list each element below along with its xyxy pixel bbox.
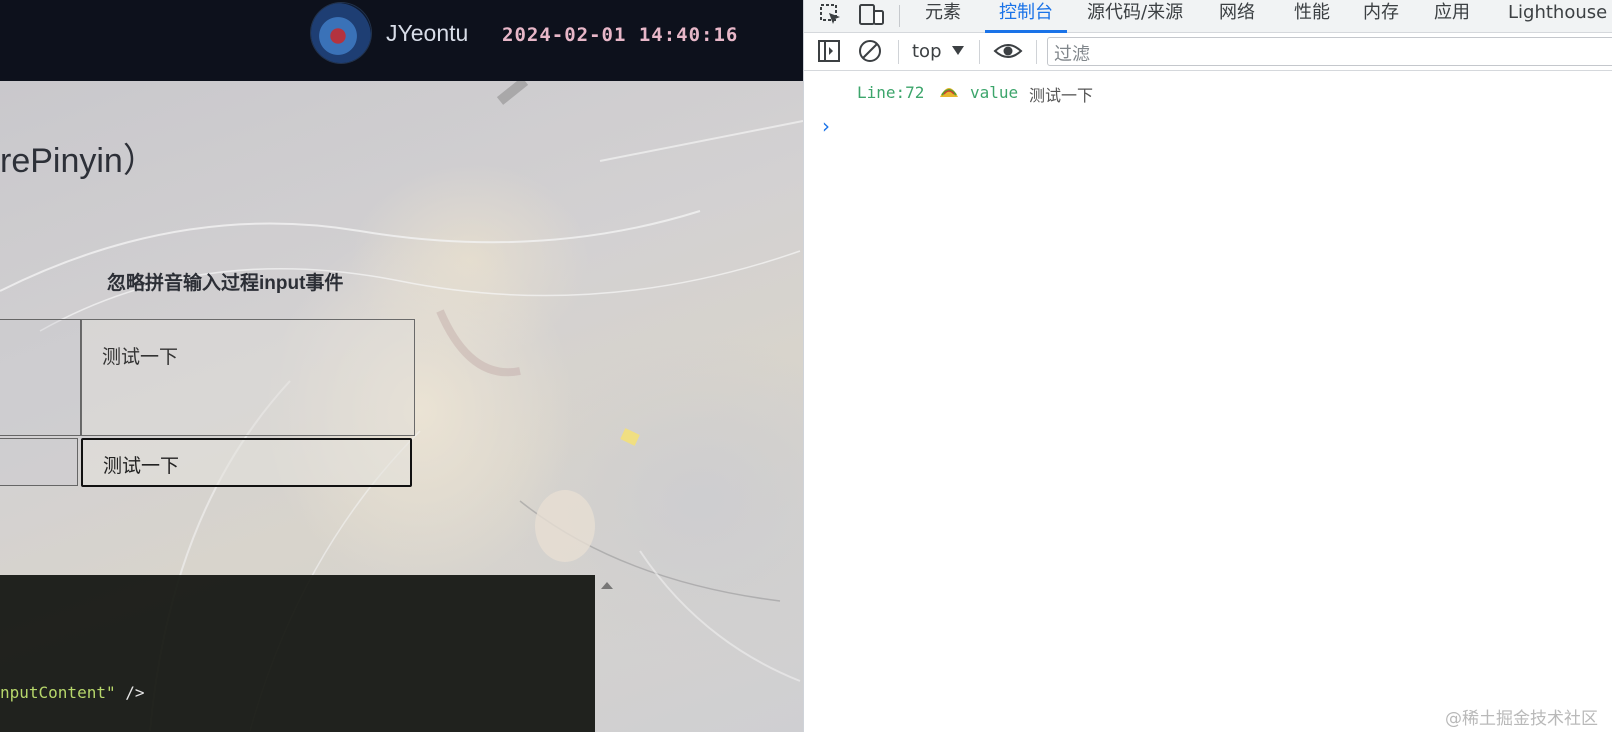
datetime-display: 2024-02-01 14:40:16 bbox=[502, 24, 739, 46]
code-attr-text: nputContent" bbox=[0, 683, 116, 702]
pinyin-demo-textarea[interactable]: 测试一下 bbox=[81, 319, 415, 436]
devtools-panel: 元素 控制台 源代码/来源 网络 性能 内存 应用 Lighthouse top… bbox=[803, 0, 1612, 732]
devtools-tabbar: 元素 控制台 源代码/来源 网络 性能 内存 应用 Lighthouse bbox=[804, 0, 1612, 33]
toolbar-separator bbox=[979, 40, 980, 64]
filter-input[interactable]: 过滤 bbox=[1047, 37, 1612, 66]
site-header: JYeontu 2024-02-01 14:40:16 bbox=[0, 0, 803, 81]
tab-console[interactable]: 控制台 bbox=[985, 0, 1067, 33]
chevron-up-icon[interactable] bbox=[601, 582, 613, 589]
tab-memory[interactable]: 内存 bbox=[1363, 0, 1399, 33]
tab-application[interactable]: 应用 bbox=[1434, 0, 1470, 33]
toolbar-separator bbox=[1036, 40, 1037, 64]
log-key: value bbox=[970, 83, 1019, 102]
log-value: 测试一下 bbox=[1029, 86, 1094, 105]
tab-performance[interactable]: 性能 bbox=[1294, 0, 1330, 33]
eye-icon[interactable] bbox=[993, 39, 1023, 68]
inspect-element-icon[interactable] bbox=[818, 2, 844, 33]
console-toolbar: top 过滤 bbox=[804, 33, 1612, 71]
demo-heading: 忽略拼音输入过程input事件 bbox=[107, 273, 344, 294]
chevron-down-icon[interactable] bbox=[952, 46, 964, 55]
page-title: rePinyin） bbox=[0, 142, 157, 180]
tab-elements[interactable]: 元素 bbox=[925, 0, 961, 33]
device-toolbar-icon[interactable] bbox=[858, 2, 886, 33]
code-block: nputContent" /> bbox=[0, 575, 595, 732]
tab-network[interactable]: 网络 bbox=[1219, 0, 1255, 33]
taco-emoji-icon bbox=[939, 83, 959, 99]
clear-console-icon[interactable] bbox=[858, 39, 882, 68]
code-tag-close: /> bbox=[115, 683, 145, 702]
sidebar-toggle-icon[interactable] bbox=[817, 39, 841, 68]
prompt-caret-icon[interactable]: › bbox=[822, 114, 830, 138]
tab-lighthouse[interactable]: Lighthouse bbox=[1508, 0, 1607, 33]
web-page-viewport: JYeontu 2024-02-01 14:40:16 rePinyin） 忽略… bbox=[0, 0, 803, 732]
pinyin-demo-input[interactable]: 测试一下 bbox=[81, 438, 412, 487]
log-source-label[interactable]: Line:72 bbox=[857, 83, 924, 102]
demo-box-left bbox=[0, 319, 81, 436]
code-line: nputContent" /> bbox=[0, 683, 145, 702]
page-content: rePinyin） 忽略拼音输入过程input事件 测试一下 测试一下 nput… bbox=[0, 81, 803, 732]
tab-separator bbox=[899, 5, 900, 27]
watermark: @稀土掘金技术社区 bbox=[1445, 709, 1598, 729]
avatar[interactable] bbox=[311, 3, 371, 63]
username[interactable]: JYeontu bbox=[386, 20, 468, 47]
toolbar-separator bbox=[898, 40, 899, 64]
demo-input-left[interactable] bbox=[0, 438, 78, 486]
context-selector[interactable]: top bbox=[912, 38, 942, 66]
tab-sources[interactable]: 源代码/来源 bbox=[1087, 0, 1183, 33]
